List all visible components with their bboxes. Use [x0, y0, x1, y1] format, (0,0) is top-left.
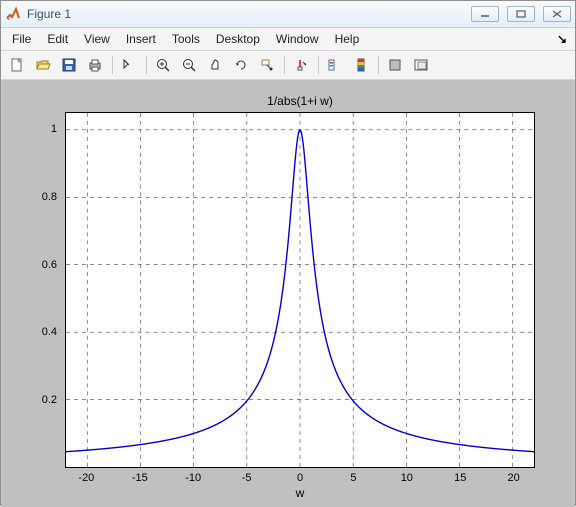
menu-insert[interactable]: Insert: [119, 30, 163, 48]
new-figure-button[interactable]: [5, 53, 29, 77]
menu-bar: File Edit View Insert Tools Desktop Wind…: [1, 28, 575, 51]
y-tick-label: 1: [27, 123, 63, 135]
y-tick-label: 0.2: [27, 394, 63, 406]
rotate-button[interactable]: [229, 53, 253, 77]
minimize-button[interactable]: [471, 6, 499, 22]
menu-help[interactable]: Help: [328, 30, 367, 48]
zoom-out-button[interactable]: [177, 53, 201, 77]
menu-overflow-icon[interactable]: ↘: [557, 32, 571, 46]
x-tick-label: 20: [508, 472, 520, 484]
matlab-icon: [5, 6, 21, 22]
print-button[interactable]: [83, 53, 107, 77]
x-tick-label: 0: [297, 472, 303, 484]
menu-view[interactable]: View: [77, 30, 117, 48]
open-button[interactable]: [31, 53, 55, 77]
x-tick-label: 15: [454, 472, 466, 484]
menu-window[interactable]: Window: [269, 30, 326, 48]
menu-file[interactable]: File: [5, 30, 38, 48]
figure-canvas: 1/abs(1+i w) -20 -15 -10 -5 0 5 10 15 20 0.2 0.4 0…: [1, 80, 575, 507]
y-tick-label: 0.8: [27, 191, 63, 203]
show-tools-button[interactable]: [409, 53, 433, 77]
maximize-button[interactable]: [507, 6, 535, 22]
brush-button[interactable]: [289, 53, 313, 77]
pan-button[interactable]: [203, 53, 227, 77]
menu-edit[interactable]: Edit: [40, 30, 75, 48]
y-tick-label: 0.4: [27, 326, 63, 338]
x-tick-label: 10: [401, 472, 413, 484]
axes-title: 1/abs(1+i w): [267, 94, 333, 108]
toolbar: [1, 51, 575, 80]
hide-tools-button[interactable]: [383, 53, 407, 77]
menu-desktop[interactable]: Desktop: [209, 30, 267, 48]
x-tick-label: -5: [242, 472, 252, 484]
x-tick-label: 5: [350, 472, 356, 484]
x-tick-label: -10: [185, 472, 201, 484]
link-plot-button[interactable]: [323, 53, 347, 77]
axes[interactable]: [65, 112, 535, 468]
x-axis-label: w: [296, 486, 305, 500]
data-cursor-button[interactable]: [255, 53, 279, 77]
close-button[interactable]: [543, 6, 571, 22]
y-tick-label: 0.6: [27, 259, 63, 271]
edit-plot-button[interactable]: [117, 53, 141, 77]
insert-colorbar-button[interactable]: [349, 53, 373, 77]
x-tick-label: -15: [132, 472, 148, 484]
save-button[interactable]: [57, 53, 81, 77]
menu-tools[interactable]: Tools: [165, 30, 207, 48]
zoom-in-button[interactable]: [151, 53, 175, 77]
window-title: Figure 1: [25, 7, 463, 21]
x-tick-label: -20: [78, 472, 94, 484]
